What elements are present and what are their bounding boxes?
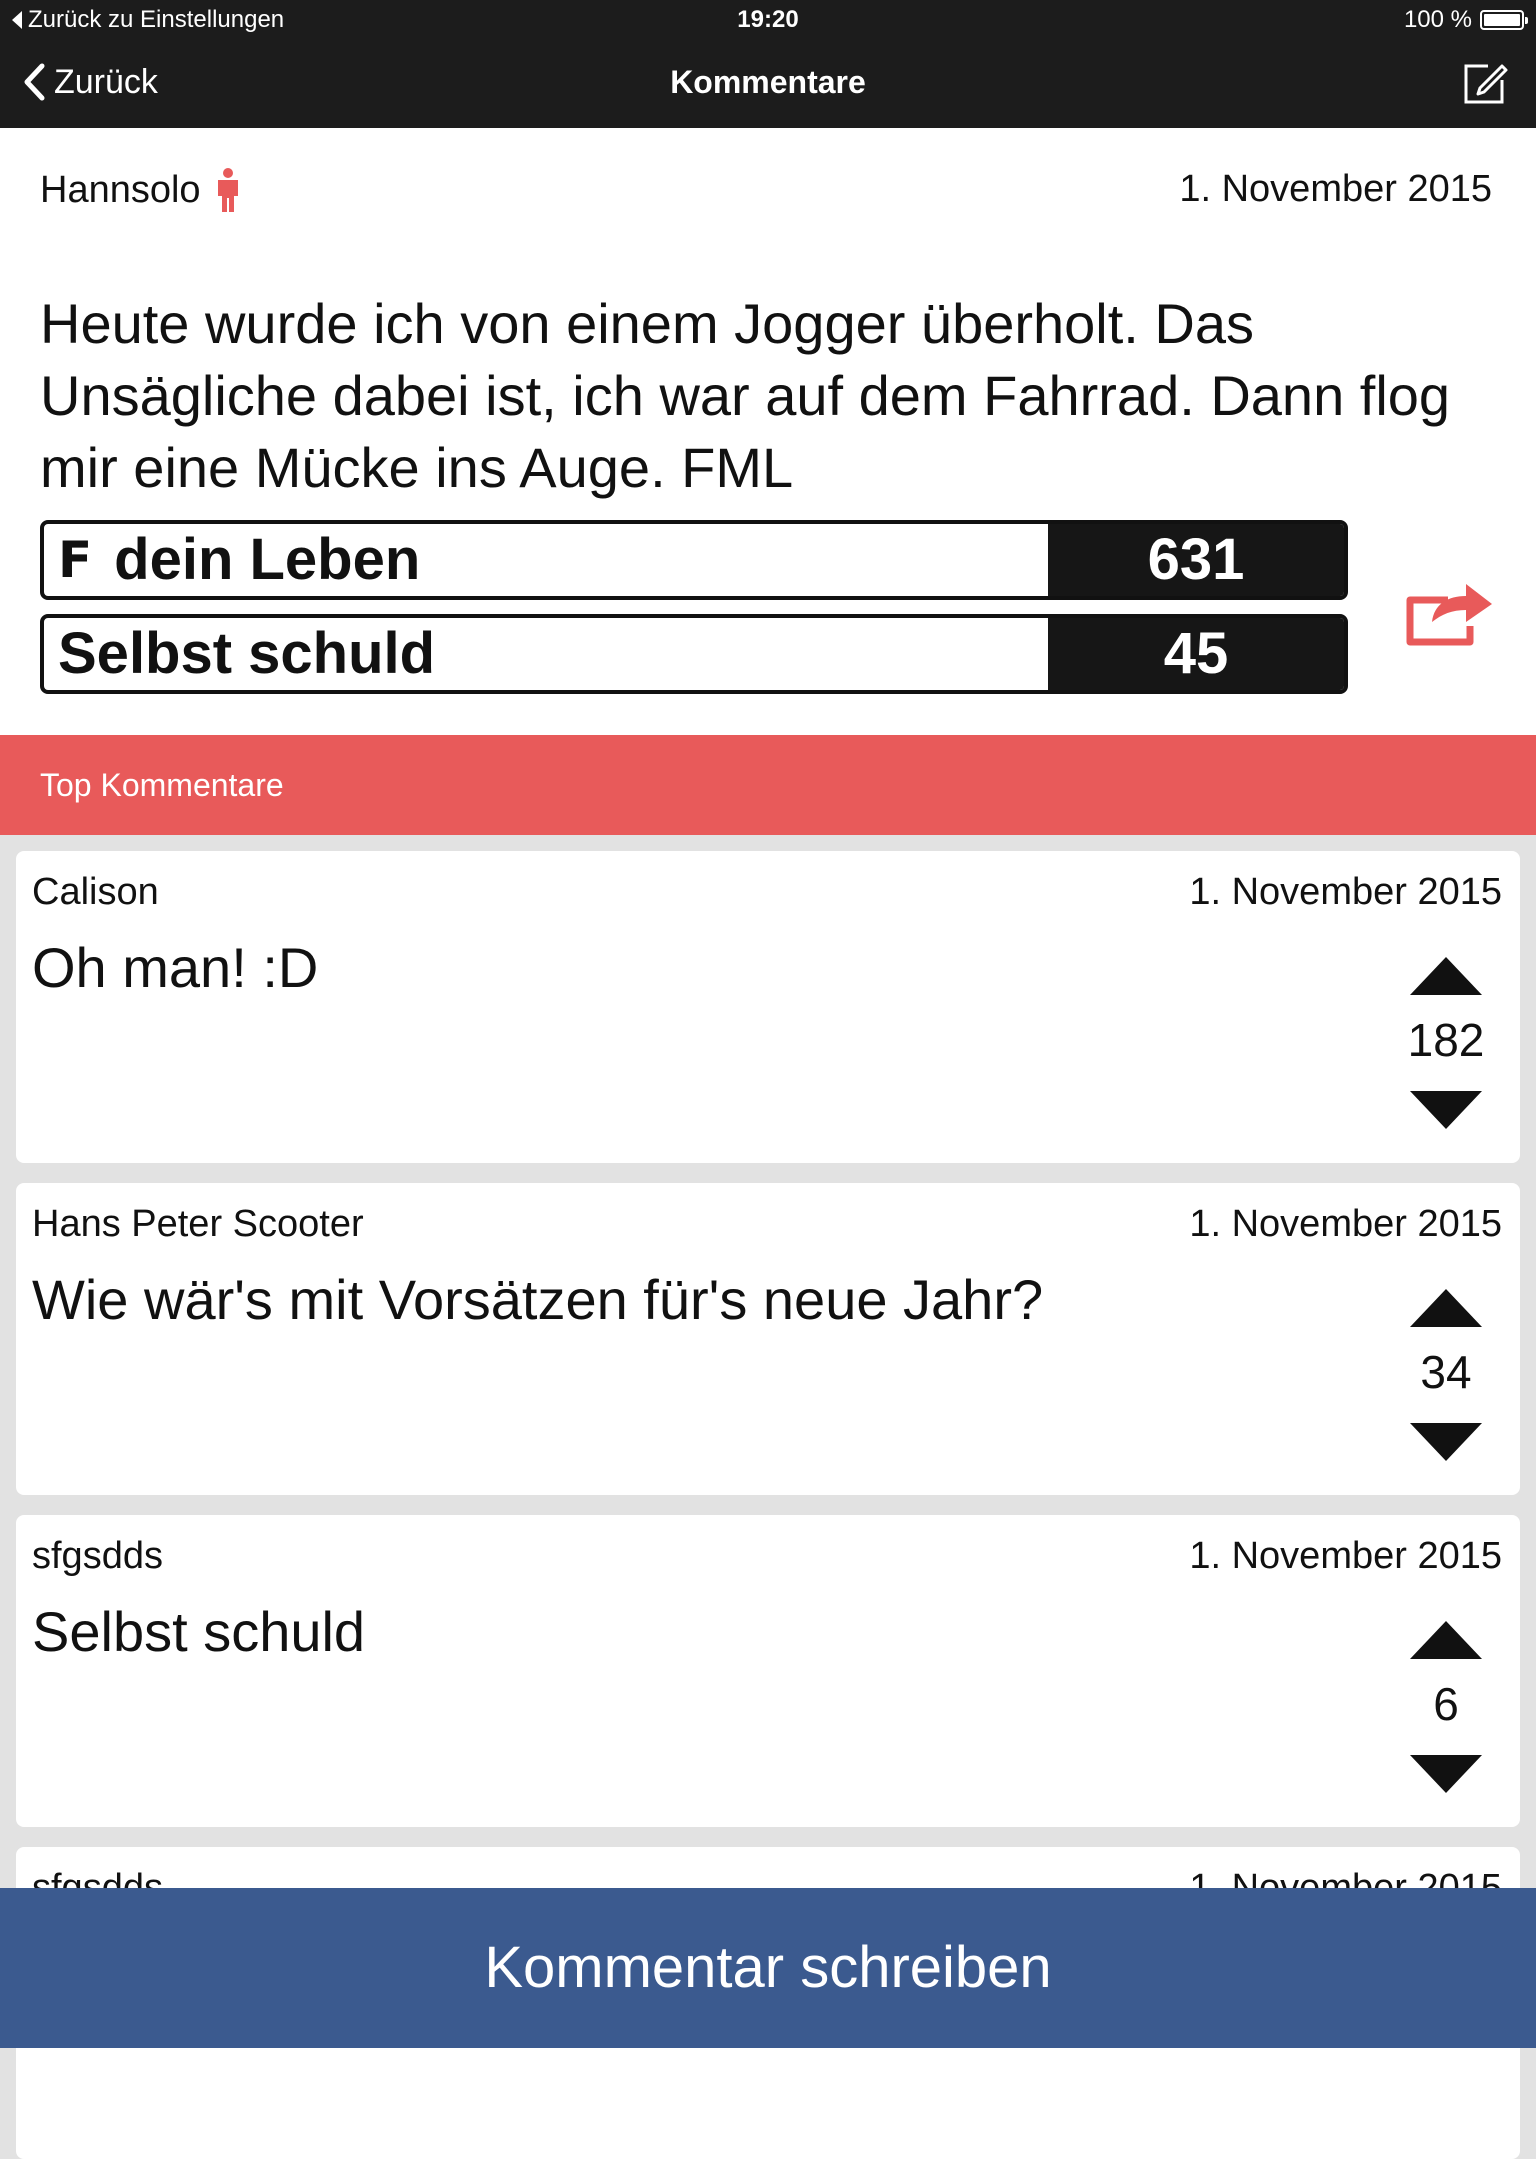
upvote-arrow-icon[interactable] bbox=[1408, 955, 1484, 999]
compose-icon[interactable] bbox=[1458, 58, 1510, 110]
top-comments-title: Top Kommentare bbox=[40, 767, 284, 803]
navigation-bar: Zurück Kommentare bbox=[0, 40, 1536, 128]
post-author: Hannsolo bbox=[40, 168, 241, 212]
f-letter-logo: F bbox=[58, 531, 93, 589]
comment-author: Hans Peter Scooter bbox=[32, 1203, 364, 1245]
comment-score: 6 bbox=[1433, 1678, 1459, 1730]
comment-text: Oh man! :D bbox=[32, 936, 319, 999]
comment-text: Wie wär's mit Vorsätzen für's neue Jahr? bbox=[32, 1268, 1044, 1331]
page-title: Kommentare bbox=[670, 64, 866, 100]
comment-score: 34 bbox=[1420, 1346, 1472, 1398]
share-icon[interactable] bbox=[1404, 570, 1496, 650]
comment-author: Calison bbox=[32, 871, 159, 913]
post-text: Heute wurde ich von einem Jogger überhol… bbox=[40, 292, 1451, 499]
write-comment-button[interactable]: Kommentar schreiben bbox=[0, 1888, 1536, 2048]
comment-card: Calison 1. November 2015 Oh man! :D 182 bbox=[16, 851, 1520, 1163]
vote-selbst-schuld-label: Selbst schuld bbox=[58, 621, 436, 686]
vote-fml-text: dein Leben bbox=[114, 527, 421, 592]
downvote-arrow-icon[interactable] bbox=[1408, 1087, 1484, 1131]
comment-score: 182 bbox=[1407, 1014, 1485, 1066]
battery-percent: 100 % bbox=[1403, 6, 1472, 33]
comment-date: 1. November 2015 bbox=[1189, 871, 1502, 913]
battery-indicator: 100 % bbox=[1403, 6, 1528, 34]
vote-selbst-schuld-button[interactable]: Selbst schuld 45 bbox=[40, 614, 1348, 694]
comment-author: sfgsdds bbox=[32, 1535, 163, 1577]
vote-fml-label: F dein Leben bbox=[58, 524, 420, 596]
top-comments-header: Top Kommentare bbox=[0, 735, 1536, 835]
comment-card: sfgsdds 1. November 2015 Selbst schuld 6 bbox=[16, 1515, 1520, 1827]
status-bar: Zurück zu Einstellungen 19:20 100 % bbox=[0, 0, 1536, 40]
battery-icon bbox=[1480, 10, 1528, 30]
comment-text: Selbst schuld bbox=[32, 1600, 366, 1663]
post-card: Hannsolo 1. November 2015 Heute wurde ic… bbox=[0, 128, 1536, 735]
post-author-name: Hannsolo bbox=[40, 168, 201, 211]
downvote-arrow-icon[interactable] bbox=[1408, 1751, 1484, 1795]
comment-card: Hans Peter Scooter 1. November 2015 Wie … bbox=[16, 1183, 1520, 1495]
vote-selbst-schuld-count: 45 bbox=[1048, 618, 1344, 690]
post-date: 1. November 2015 bbox=[1179, 168, 1492, 210]
male-person-icon bbox=[217, 168, 238, 212]
upvote-arrow-icon[interactable] bbox=[1408, 1287, 1484, 1331]
comment-date: 1. November 2015 bbox=[1189, 1203, 1502, 1245]
downvote-arrow-icon[interactable] bbox=[1408, 1419, 1484, 1463]
upvote-arrow-icon[interactable] bbox=[1408, 1619, 1484, 1663]
status-time: 19:20 bbox=[737, 6, 799, 33]
vote-fml-button[interactable]: F dein Leben 631 bbox=[40, 520, 1348, 600]
vote-fml-count: 631 bbox=[1048, 524, 1344, 596]
comment-date: 1. November 2015 bbox=[1189, 1535, 1502, 1577]
